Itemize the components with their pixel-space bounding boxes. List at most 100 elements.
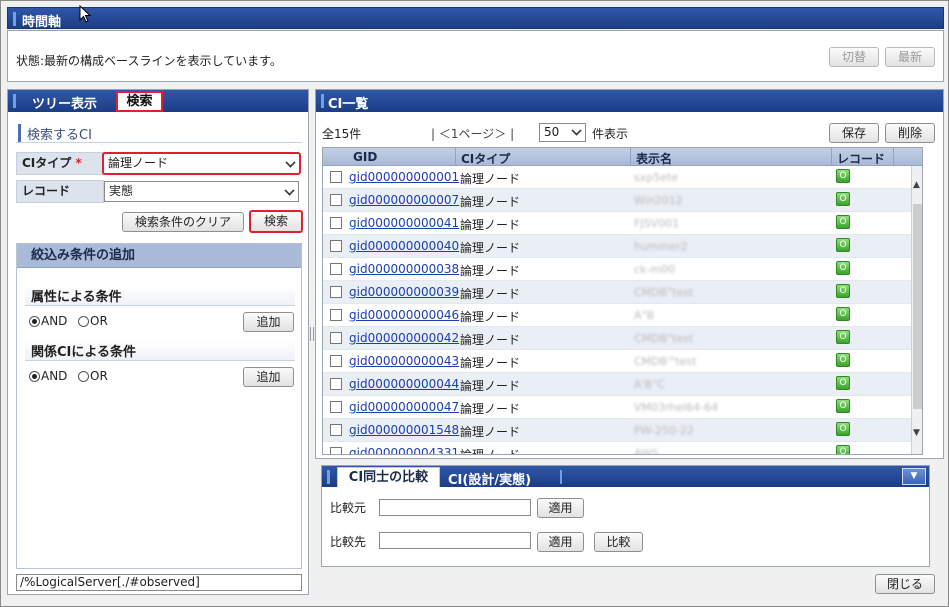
row-checkbox[interactable] (330, 240, 342, 252)
table-row[interactable]: gid000000000041 論理ノード FJSV001 O (323, 212, 911, 235)
table-row[interactable]: gid000000000039 論理ノード CMDB"test O (323, 281, 911, 304)
table-row[interactable]: gid000000000043 論理ノード CMDB'"test O (323, 350, 911, 373)
tab-tree-view[interactable]: ツリー表示 (32, 93, 97, 112)
scroll-up-icon[interactable]: ▲ (913, 180, 920, 190)
scroll-thumb[interactable] (913, 204, 922, 409)
display-name-cell: Win2012 (634, 194, 683, 207)
gid-link[interactable]: gid000000000043 (349, 354, 459, 368)
chevron-down-icon (571, 125, 582, 136)
col-header-record[interactable]: レコード (837, 150, 885, 167)
gid-link[interactable]: gid000000000007 (349, 193, 459, 207)
record-status-icon: O (836, 215, 850, 229)
save-button[interactable]: 保存 (829, 123, 879, 143)
tab-accent (13, 94, 16, 108)
compare-panel: CI同士の比較 CI(設計/実態) ▼ 比較元 適用 比較先 適用 比較 (321, 465, 930, 567)
close-button[interactable]: 閉じる (875, 574, 935, 594)
window-frame: 時間軸 状態:最新の構成ベースラインを表示しています。 切替 最新 ツリー表示 … (0, 0, 949, 607)
delete-button[interactable]: 削除 (885, 123, 935, 143)
table-row[interactable]: gid000000000040 論理ノード hummer2 O (323, 235, 911, 258)
target-apply-button[interactable]: 適用 (537, 532, 584, 552)
row-checkbox[interactable] (330, 355, 342, 367)
ci-list-titlebar: CI一覧 (316, 90, 943, 112)
table-row[interactable]: gid000000000047 論理ノード VM03rhel64-64 O (323, 396, 911, 419)
gid-link[interactable]: gid000000000041 (349, 216, 459, 230)
search-ci-section-title: 検索するCI (18, 124, 92, 143)
table-row[interactable]: gid000000000042 論理ノード CMDB"test O (323, 327, 911, 350)
row-checkbox[interactable] (330, 194, 342, 206)
rel-or-radio[interactable] (78, 371, 89, 382)
record-status-icon: O (836, 307, 850, 321)
source-apply-button[interactable]: 適用 (537, 498, 584, 518)
col-header-ci-type[interactable]: CIタイプ (461, 150, 510, 167)
compare-button[interactable]: 比較 (594, 532, 643, 552)
gid-link[interactable]: gid000000000039 (349, 285, 459, 299)
ci-type-cell: 論理ノード (460, 264, 521, 278)
compare-target-input[interactable] (379, 532, 531, 549)
attr-and-radio[interactable] (29, 316, 40, 327)
gid-link[interactable]: gid000000001548 (349, 423, 459, 437)
row-checkbox[interactable] (330, 378, 342, 390)
ci-type-cell: 論理ノード (460, 218, 521, 232)
tab-ci-design-observed[interactable]: CI(設計/実態) (448, 469, 531, 488)
left-panel: ツリー表示 検索 検索するCI CIタイプ * 論理ノード レコード 実態 検索… (7, 89, 309, 595)
gid-link[interactable]: gid000000000001 (349, 170, 459, 184)
page-size-select[interactable]: 50 (539, 123, 586, 142)
relation-condition-title: 関係CIによる条件 (25, 341, 295, 361)
row-checkbox[interactable] (330, 263, 342, 275)
ci-type-select[interactable]: 論理ノード (102, 152, 301, 175)
ci-type-cell: 論理ノード (460, 425, 521, 439)
table-scrollbar[interactable]: ▲ ▼ (911, 166, 922, 454)
row-checkbox[interactable] (330, 401, 342, 413)
row-checkbox[interactable] (330, 286, 342, 298)
row-checkbox[interactable] (330, 309, 342, 321)
panel-splitter-handle[interactable] (310, 327, 314, 341)
scroll-down-icon[interactable]: ▼ (913, 428, 920, 438)
gid-link[interactable]: gid000000000047 (349, 400, 459, 414)
table-row[interactable]: gid000000001548 論理ノード PW-250-22 O (323, 419, 911, 442)
gid-link[interactable]: gid000000000042 (349, 331, 459, 345)
gid-link[interactable]: gid000000000038 (349, 262, 459, 276)
table-row[interactable]: gid000000004331 論理ノード AWS O (323, 442, 911, 455)
display-name-cell: FJSV001 (634, 217, 680, 230)
row-checkbox[interactable] (330, 171, 342, 183)
gid-link[interactable]: gid000000000044 (349, 377, 459, 391)
rel-add-button[interactable]: 追加 (243, 367, 294, 387)
table-row[interactable]: gid000000000001 論理ノード sxp5ete O (323, 166, 911, 189)
col-header-gid[interactable]: GID (353, 150, 377, 164)
gid-link[interactable]: gid000000004331 (349, 446, 459, 454)
compare-source-input[interactable] (379, 499, 531, 516)
row-checkbox[interactable] (330, 332, 342, 344)
record-select[interactable]: 実態 (104, 181, 299, 202)
clear-conditions-button[interactable]: 検索条件のクリア (122, 212, 244, 232)
row-checkbox[interactable] (330, 424, 342, 436)
attr-or-radio[interactable] (78, 316, 89, 327)
table-row[interactable]: gid000000000044 論理ノード A'B"C O (323, 373, 911, 396)
col-header-display-name[interactable]: 表示名 (636, 150, 672, 167)
attr-add-button[interactable]: 追加 (243, 312, 294, 332)
ci-type-cell: 論理ノード (460, 333, 521, 347)
switch-button[interactable]: 切替 (829, 47, 879, 67)
ci-type-cell: 論理ノード (460, 448, 521, 455)
gid-link[interactable]: gid000000000046 (349, 308, 459, 322)
search-path-field[interactable]: /%LogicalServer[./#observed] (16, 574, 302, 591)
ci-type-cell: 論理ノード (460, 172, 521, 186)
filter-box: 絞込み条件の追加 属性による条件 AND OR 追加 関係CIによる条件 AND… (16, 243, 302, 569)
page-size-value: 50 (544, 125, 560, 139)
collapse-icon[interactable]: ▼ (902, 468, 926, 485)
table-row[interactable]: gid000000000046 論理ノード A"B O (323, 304, 911, 327)
latest-button[interactable]: 最新 (885, 47, 935, 67)
gid-link[interactable]: gid000000000040 (349, 239, 459, 253)
rel-and-radio[interactable] (29, 371, 40, 382)
display-name-cell: VM03rhel64-64 (634, 401, 719, 414)
row-checkbox[interactable] (330, 217, 342, 229)
table-header: GID CIタイプ 表示名 レコード (323, 148, 922, 167)
compare-tabbar: CI同士の比較 CI(設計/実態) ▼ (322, 466, 929, 488)
tab-search[interactable]: 検索 (116, 91, 163, 112)
table-row[interactable]: gid000000000038 論理ノード ck-m00 O (323, 258, 911, 281)
ci-type-label-text: CIタイプ (22, 156, 72, 170)
search-button[interactable]: 検索 (249, 210, 303, 233)
row-checkbox[interactable] (330, 447, 342, 454)
pager[interactable]: | ＜1ページ＞ | (431, 125, 514, 142)
table-row[interactable]: gid000000000007 論理ノード Win2012 O (323, 189, 911, 212)
tab-ci-compare[interactable]: CI同士の比較 (337, 467, 440, 487)
